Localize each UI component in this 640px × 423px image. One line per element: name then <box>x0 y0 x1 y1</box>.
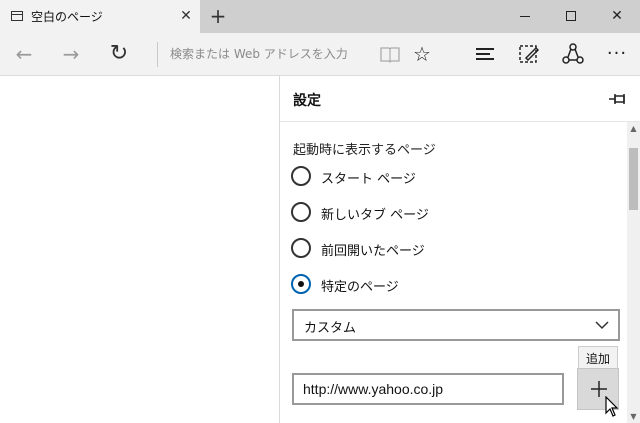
title-bar: 空白のページ ✕ + ✕ <box>0 0 640 33</box>
settings-panel: 設定 起動時に表示するページ スタート ページ 新しいタブ ページ 前回開いたペ… <box>279 76 640 423</box>
radio-button[interactable] <box>291 202 311 222</box>
radio-button[interactable] <box>291 238 311 258</box>
radio-button[interactable] <box>291 166 311 186</box>
share-icon[interactable] <box>558 39 588 69</box>
radio-label: 新しいタブ ページ <box>321 208 429 223</box>
refresh-icon[interactable]: ↻ <box>104 39 134 69</box>
url-field[interactable] <box>292 373 564 405</box>
minimize-button[interactable] <box>502 0 548 33</box>
settings-title: 設定 <box>293 93 321 109</box>
maximize-button[interactable] <box>548 0 594 33</box>
close-window-button[interactable]: ✕ <box>594 0 640 33</box>
hub-icon[interactable] <box>470 39 500 69</box>
radio-label: 前回開いたページ <box>321 244 425 259</box>
radio-specific-page[interactable]: 特定のページ <box>291 273 551 297</box>
scroll-thumb[interactable] <box>629 148 638 210</box>
radio-previous-pages[interactable]: 前回開いたページ <box>291 237 551 261</box>
radio-selected-dot <box>298 281 304 287</box>
radio-label: 特定のページ <box>321 280 399 295</box>
radio-label: スタート ページ <box>321 172 416 187</box>
maximize-icon <box>566 11 576 21</box>
tab-blank-page[interactable]: 空白のページ ✕ <box>0 0 200 33</box>
tab-close-button[interactable]: ✕ <box>178 7 194 25</box>
navigation-bar: ← → ↻ ☆ <box>0 33 640 76</box>
settings-scrollbar[interactable]: ▲ ▼ <box>627 122 640 423</box>
forward-arrow-icon[interactable]: → <box>56 39 86 69</box>
radio-new-tab-page[interactable]: 新しいタブ ページ <box>291 201 551 225</box>
back-arrow-icon[interactable]: ← <box>9 39 39 69</box>
nav-divider <box>157 42 158 67</box>
page-type-select[interactable]: カスタム <box>292 309 620 341</box>
hub-lines-icon <box>476 48 494 60</box>
scroll-down-arrow-icon[interactable]: ▼ <box>627 410 640 423</box>
chevron-down-icon <box>594 317 610 331</box>
radio-start-page[interactable]: スタート ページ <box>291 165 551 189</box>
settings-header: 設定 <box>280 76 640 122</box>
web-page-content[interactable] <box>0 76 279 423</box>
page-icon <box>11 11 23 21</box>
pin-icon[interactable] <box>608 90 628 108</box>
startup-pages-label: 起動時に表示するページ <box>293 143 436 158</box>
address-bar-input[interactable] <box>166 42 374 66</box>
book-icon[interactable] <box>375 39 405 69</box>
select-value: カスタム <box>304 321 357 336</box>
ellipsis-icon[interactable]: ··· <box>602 39 632 69</box>
minimize-icon <box>520 16 530 17</box>
radio-button-checked[interactable] <box>291 274 311 294</box>
scroll-up-arrow-icon[interactable]: ▲ <box>627 122 640 135</box>
browser-window: 空白のページ ✕ + ✕ ← → ↻ ☆ <box>0 0 640 423</box>
new-tab-button[interactable]: + <box>207 4 229 28</box>
mouse-cursor-icon <box>605 395 619 418</box>
star-icon[interactable]: ☆ <box>407 39 437 69</box>
pen-note-icon[interactable] <box>514 39 544 69</box>
tab-title: 空白のページ <box>31 10 103 24</box>
